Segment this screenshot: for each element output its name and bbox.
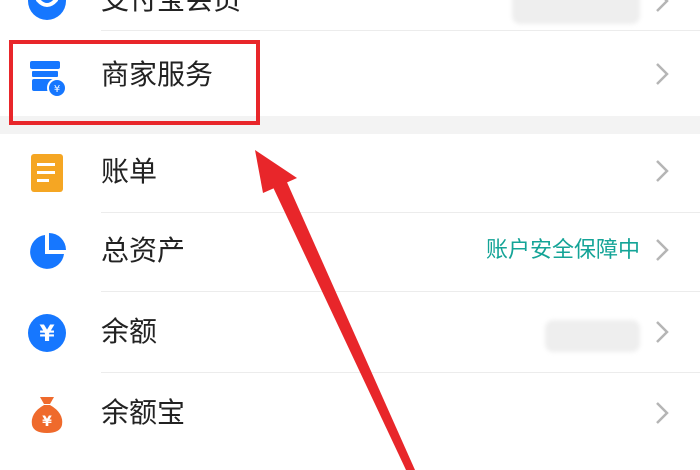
chevron-right-icon (656, 239, 669, 261)
svg-text:¥: ¥ (39, 322, 55, 347)
menu-item-label: 支付宝会员 (101, 0, 241, 20)
bill-icon (31, 154, 63, 192)
yuan-icon: ¥ (28, 314, 66, 352)
highlight-box (9, 40, 260, 125)
chevron-right-icon (656, 160, 669, 182)
blurred-value (545, 320, 640, 352)
menu-item-label: 余额宝 (101, 396, 186, 429)
chevron-right-icon (656, 63, 669, 85)
menu-item-alipay[interactable]: 支付宝会员 (0, 0, 700, 30)
chevron-right-icon (656, 0, 669, 12)
menu-item-label: 余额 (101, 315, 158, 348)
menu-item-assets[interactable]: 总资产 账户安全保障中 (0, 213, 700, 291)
chevron-right-icon (656, 321, 669, 343)
security-status-text: 账户安全保障中 (485, 238, 640, 263)
alipay-member-icon (28, 0, 66, 20)
pie-chart-icon (30, 233, 66, 269)
money-bag-icon: ¥ (31, 397, 63, 433)
menu-item-label: 账单 (101, 155, 158, 188)
menu-item-label: 总资产 (101, 234, 186, 267)
chevron-right-icon (656, 402, 669, 424)
menu-item-balance[interactable]: ¥ 余额 (0, 292, 700, 372)
menu-item-yuebao[interactable]: ¥ 余额宝 (0, 373, 700, 458)
svg-text:¥: ¥ (42, 414, 52, 430)
blurred-value (512, 0, 640, 24)
menu-item-bill[interactable]: 账单 (0, 134, 700, 212)
